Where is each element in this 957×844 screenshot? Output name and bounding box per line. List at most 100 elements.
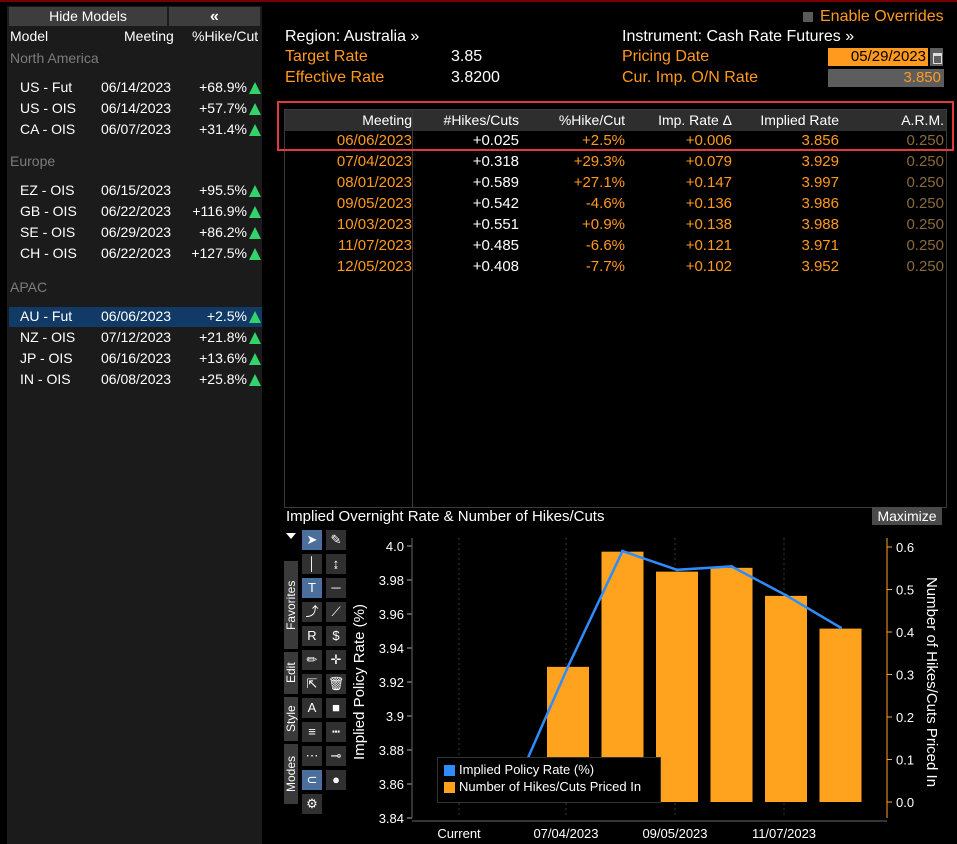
line-point[interactable] bbox=[566, 665, 570, 669]
y2-tick-label: 0.3 bbox=[896, 668, 914, 683]
enable-overrides-label[interactable]: Enable Overrides bbox=[820, 8, 944, 26]
text-icon[interactable]: T bbox=[302, 578, 322, 598]
cell-delta: +0.121 bbox=[685, 237, 732, 254]
up-triangle-icon bbox=[249, 332, 261, 344]
up-triangle-icon bbox=[249, 353, 261, 365]
y-axis-title: Implied Policy Rate (%) bbox=[351, 604, 368, 760]
marker-icon[interactable]: ⊸ bbox=[326, 746, 346, 766]
cell-delta: +0.136 bbox=[685, 195, 732, 212]
toolbar-tab-favorites[interactable]: Favorites bbox=[284, 561, 298, 649]
toolbar-dropdown-icon[interactable] bbox=[286, 533, 296, 539]
cell-hikes: +0.408 bbox=[472, 258, 519, 275]
top-border bbox=[0, 0, 957, 2]
model-row[interactable]: NZ - OIS 07/12/2023 +21.8% bbox=[9, 328, 262, 348]
model-row[interactable]: US - Fut 06/14/2023 +68.9% bbox=[9, 78, 262, 98]
palette-icon[interactable]: ● bbox=[326, 770, 346, 790]
select-icon[interactable]: ⇱ bbox=[302, 674, 322, 694]
chart-toolbar: Favorites Edit Style Modes ➤ ✎ │ ↨ T ─ ⤴ ⟋ R $ ✏ ✛ ⇱ 🗑 A ■ ≡… bbox=[284, 529, 352, 829]
pricing-date-field[interactable]: 05/29/2023 bbox=[828, 48, 928, 66]
model-row[interactable]: CH - OIS 06/22/2023 +127.5% bbox=[9, 244, 262, 264]
line-point[interactable] bbox=[621, 549, 624, 553]
hide-models-button[interactable]: Hide Models bbox=[9, 7, 167, 26]
trend-icon[interactable]: ⤴ bbox=[302, 602, 322, 622]
cell-implied: 3.986 bbox=[801, 195, 839, 212]
magnet-icon[interactable]: ⊂ bbox=[302, 770, 322, 790]
model-hike-pct: +95.5% bbox=[199, 182, 247, 198]
cell-arm: 0.250 bbox=[906, 195, 944, 212]
cur-imp-on-rate-field[interactable]: 3.850 bbox=[828, 69, 944, 87]
model-row[interactable]: IN - OIS 06/08/2023 +25.8% bbox=[9, 370, 262, 390]
model-name: JP - OIS bbox=[20, 350, 73, 366]
enable-overrides-checkbox[interactable] bbox=[803, 12, 813, 22]
effective-rate-value: 3.8200 bbox=[451, 69, 500, 86]
chart-legend: Implied Policy Rate (%) Number of Hikes/… bbox=[437, 757, 661, 803]
line-point[interactable] bbox=[730, 564, 733, 568]
table-row[interactable]: 09/05/2023 +0.542 -4.6% +0.136 3.986 0.250 bbox=[285, 194, 946, 215]
percent-line-icon[interactable]: ↨ bbox=[326, 554, 346, 574]
ray-icon[interactable]: ⟋ bbox=[326, 602, 346, 622]
model-row[interactable]: JP - OIS 06/16/2023 +13.6% bbox=[9, 349, 262, 369]
line-point[interactable] bbox=[675, 568, 679, 572]
cell-delta: +0.102 bbox=[685, 258, 732, 275]
maximize-button[interactable]: Maximize bbox=[872, 507, 942, 525]
model-row[interactable]: SE - OIS 06/29/2023 +86.2% bbox=[9, 223, 262, 243]
column-header-hike-cut[interactable]: %Hike/Cut bbox=[192, 28, 258, 44]
y-tick-label: 3.98 bbox=[379, 573, 404, 588]
y2-tick-label: 0.2 bbox=[896, 710, 914, 725]
column-header-meeting[interactable]: Meeting bbox=[124, 28, 174, 44]
line-style-icon[interactable]: ┅ bbox=[326, 722, 346, 742]
settings-icon[interactable]: ⚙ bbox=[302, 794, 322, 814]
model-row[interactable]: EZ - OIS 06/15/2023 +95.5% bbox=[9, 181, 262, 201]
up-triangle-icon bbox=[249, 124, 261, 136]
table-row[interactable]: 08/01/2023 +0.589 +27.1% +0.147 3.997 0.250 bbox=[285, 173, 946, 194]
model-row[interactable]: US - OIS 06/14/2023 +57.7% bbox=[9, 99, 262, 119]
up-triangle-icon bbox=[249, 82, 261, 94]
dotted-line-icon[interactable]: ⋯ bbox=[302, 746, 322, 766]
table-row[interactable]: 10/03/2023 +0.551 +0.9% +0.138 3.988 0.250 bbox=[285, 215, 946, 236]
pen-icon[interactable]: ✎ bbox=[326, 530, 346, 550]
line-point[interactable] bbox=[784, 593, 788, 597]
model-row[interactable]: GB - OIS 06/22/2023 +116.9% bbox=[9, 202, 262, 222]
bar[interactable] bbox=[656, 571, 698, 802]
line-point[interactable] bbox=[839, 626, 842, 630]
column-header-model[interactable]: Model bbox=[10, 28, 48, 44]
table-row[interactable]: 12/05/2023 +0.408 -7.7% +0.102 3.952 0.250 bbox=[285, 257, 946, 278]
trash-icon[interactable]: 🗑 bbox=[326, 674, 346, 694]
model-meeting-date: 06/22/2023 bbox=[101, 203, 172, 219]
model-meeting-date: 07/12/2023 bbox=[101, 329, 172, 345]
cell-hikes: +0.485 bbox=[472, 237, 519, 254]
cell-meeting: 09/05/2023 bbox=[336, 195, 412, 212]
bar[interactable] bbox=[819, 628, 862, 802]
table-row[interactable]: 07/04/2023 +0.318 +29.3% +0.079 3.929 0.250 bbox=[285, 152, 946, 173]
toolbar-tab-edit[interactable]: Edit bbox=[284, 652, 298, 694]
line-weight-icon[interactable]: ≡ bbox=[302, 722, 322, 742]
crosshair-icon[interactable]: ✛ bbox=[326, 650, 346, 670]
region-selector[interactable]: Region: Australia » bbox=[285, 28, 419, 46]
y-tick-label: 3.96 bbox=[379, 607, 404, 622]
collapse-panel-button[interactable]: « bbox=[169, 7, 260, 26]
dollar-line-icon[interactable]: $ bbox=[326, 626, 346, 646]
instrument-selector[interactable]: Instrument: Cash Rate Futures » bbox=[622, 28, 854, 46]
cell-pct: -7.7% bbox=[585, 258, 625, 275]
model-row[interactable]: AU - Fut 06/06/2023 +2.5% bbox=[9, 307, 262, 327]
bar[interactable] bbox=[710, 567, 753, 802]
y2-axis-title: Number of Hikes/Cuts Priced In bbox=[923, 577, 940, 787]
color-box-icon[interactable]: ■ bbox=[326, 698, 346, 718]
calendar-icon[interactable] bbox=[930, 48, 943, 66]
toolbar-tab-modes[interactable]: Modes bbox=[284, 744, 298, 804]
horizontal-line-icon[interactable]: ─ bbox=[326, 578, 346, 598]
model-meeting-date: 06/22/2023 bbox=[101, 245, 172, 261]
vertical-line-icon[interactable]: │ bbox=[302, 554, 322, 574]
x-tick-label: 07/04/2023 bbox=[533, 826, 598, 841]
cell-implied: 3.988 bbox=[801, 216, 839, 233]
toolbar-tab-style[interactable]: Style bbox=[284, 697, 298, 741]
model-row[interactable]: CA - OIS 06/07/2023 +31.4% bbox=[9, 120, 262, 140]
model-meeting-date: 06/07/2023 bbox=[101, 121, 172, 137]
font-icon[interactable]: A bbox=[302, 698, 322, 718]
model-meeting-date: 06/15/2023 bbox=[101, 182, 172, 198]
r-label-icon[interactable]: R bbox=[302, 626, 322, 646]
cursor-icon[interactable]: ➤ bbox=[302, 530, 322, 550]
bar[interactable] bbox=[765, 595, 807, 802]
table-row[interactable]: 11/07/2023 +0.485 -6.6% +0.121 3.971 0.250 bbox=[285, 236, 946, 257]
pencil-icon[interactable]: ✏ bbox=[302, 650, 322, 670]
